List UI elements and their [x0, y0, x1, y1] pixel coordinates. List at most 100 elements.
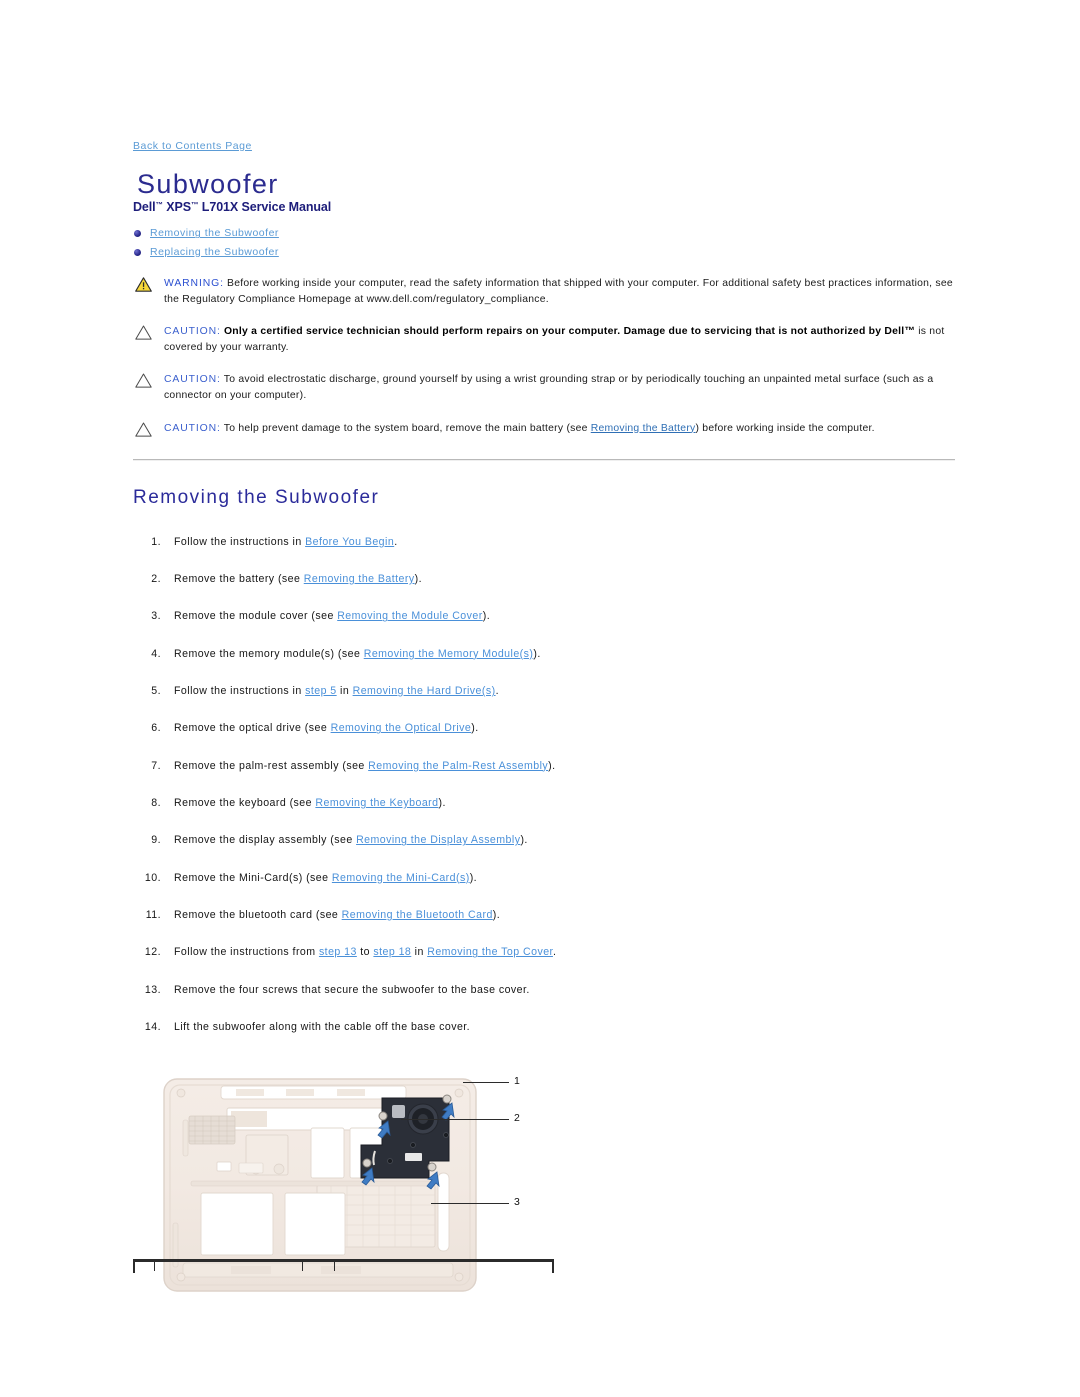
- caution-triangle-outline-icon: [135, 325, 152, 340]
- step-14: Lift the subwoofer along with the cable …: [133, 1020, 955, 1035]
- step-text-after: ).: [482, 610, 491, 623]
- link-removing-the-battery[interactable]: Removing the Battery: [591, 423, 696, 434]
- step-text-after: ).: [533, 647, 541, 660]
- link-removing-the-display-assembly[interactable]: Removing the Display Assembly: [356, 834, 520, 846]
- step-12: Follow the instructions from step 13 to …: [133, 945, 955, 960]
- subtitle-xps: XPS: [162, 200, 192, 215]
- link-removing-the-mini-cards[interactable]: Removing the Mini-Card(s): [332, 872, 470, 884]
- document-page: Back to Contents Page Subwoofer Dell™ XP…: [0, 0, 1080, 1397]
- link-step-18[interactable]: step 18: [373, 946, 411, 958]
- step-text-after: ).: [492, 908, 501, 921]
- step-text-before: Remove the keyboard (see: [174, 796, 316, 809]
- step-text-before: Follow the instructions in: [174, 684, 306, 697]
- topic-list: Removing the Subwoofer Replacing the Sub…: [133, 226, 955, 259]
- caution-triangle-outline-icon: [135, 373, 152, 388]
- caution-notice-certified-technician: CAUTION: Only a certified service techni…: [133, 324, 955, 356]
- step-8: Remove the keyboard (see Removing the Ke…: [133, 796, 955, 811]
- step-text-before: Lift the subwoofer along with the cable …: [174, 1020, 471, 1033]
- link-removing-the-optical-drive[interactable]: Removing the Optical Drive: [331, 722, 472, 734]
- caution-triangle-outline-icon: [135, 422, 152, 437]
- caution-text: To avoid electrostatic discharge, ground…: [164, 374, 934, 402]
- step-text-mid: in: [336, 684, 353, 697]
- link-step-13[interactable]: step 13: [319, 946, 357, 958]
- step-10: Remove the Mini-Card(s) (see Removing th…: [133, 871, 955, 886]
- warning-triangle-filled-icon: [135, 277, 152, 292]
- step-text-after: ).: [414, 572, 422, 585]
- list-item: Removing the Subwoofer: [133, 226, 955, 241]
- topic-link-replacing-subwoofer[interactable]: Replacing the Subwoofer: [150, 246, 279, 258]
- step-text-mid: to: [356, 946, 374, 959]
- step-text-before: Remove the display assembly (see: [174, 834, 357, 847]
- link-removing-the-bluetooth-card[interactable]: Removing the Bluetooth Card: [342, 909, 493, 921]
- step-11: Remove the bluetooth card (see Removing …: [133, 908, 955, 923]
- callout-number-1: 1: [514, 1074, 521, 1087]
- back-to-contents-link[interactable]: Back to Contents Page: [133, 140, 252, 152]
- step-text-after: ).: [471, 722, 479, 735]
- caution-label: CAUTION:: [164, 374, 221, 386]
- table-column-divider-2: [302, 1262, 303, 1271]
- topic-link-removing-subwoofer[interactable]: Removing the Subwoofer: [150, 227, 279, 239]
- caution-text-before: To help prevent damage to the system boa…: [220, 422, 591, 434]
- section-heading-removing-subwoofer: Removing the Subwoofer: [133, 486, 380, 508]
- step-text-mid-2: in: [411, 946, 428, 959]
- caution-label: CAUTION:: [164, 326, 221, 338]
- document-content: Back to Contents Page Subwoofer Dell™ XP…: [133, 136, 955, 1315]
- step-text-before: Remove the optical drive (see: [174, 722, 331, 735]
- table-column-divider-3: [334, 1262, 335, 1271]
- caution-notice-electrostatic: CAUTION: To avoid electrostatic discharg…: [133, 372, 955, 404]
- step-text-before: Remove the module cover (see: [174, 610, 338, 623]
- step-2: Remove the battery (see Removing the Bat…: [133, 572, 955, 587]
- link-step-5[interactable]: step 5: [305, 685, 337, 697]
- caution-bold-text: Only a certified service technician shou…: [220, 326, 916, 338]
- link-removing-the-top-cover[interactable]: Removing the Top Cover: [427, 946, 553, 958]
- table-border-left: [133, 1262, 135, 1273]
- callout-leader-line-3: [431, 1202, 509, 1204]
- step-text-before: Follow the instructions from: [174, 946, 319, 959]
- step-text-after: .: [495, 684, 499, 697]
- step-6: Remove the optical drive (see Removing t…: [133, 721, 955, 736]
- link-removing-the-module-cover[interactable]: Removing the Module Cover: [337, 610, 483, 622]
- callout-leader-line-1: [463, 1081, 509, 1083]
- bullet-dot-icon: [134, 248, 141, 256]
- step-text-before: Remove the four screws that secure the s…: [174, 983, 530, 996]
- step-text-before: Follow the instructions in: [174, 535, 306, 548]
- link-before-you-begin[interactable]: Before You Begin: [305, 536, 394, 548]
- link-removing-the-memory-modules[interactable]: Removing the Memory Module(s): [364, 648, 534, 660]
- table-column-divider-1: [154, 1262, 155, 1271]
- figure-legend-table: [133, 1259, 554, 1379]
- callout-number-2: 2: [514, 1111, 521, 1124]
- step-text-before: Remove the palm-rest assembly (see: [174, 759, 369, 772]
- link-removing-the-hard-drives[interactable]: Removing the Hard Drive(s): [353, 685, 496, 697]
- trademark-symbol-1: ™: [155, 200, 164, 210]
- link-removing-the-keyboard[interactable]: Removing the Keyboard: [315, 797, 438, 809]
- callout-leader-line-2: [401, 1118, 509, 1120]
- caution-notice-system-board: CAUTION: To help prevent damage to the s…: [133, 421, 955, 437]
- section-divider: [133, 458, 955, 461]
- caution-text-after: ) before working inside the computer.: [695, 422, 875, 434]
- warning-notice: WARNING: Before working inside your comp…: [133, 276, 955, 308]
- link-removing-the-palm-rest-assembly[interactable]: Removing the Palm-Rest Assembly: [368, 760, 548, 772]
- step-text-after: ).: [469, 871, 478, 884]
- step-text-before: Remove the bluetooth card (see: [174, 908, 342, 921]
- step-9: Remove the display assembly (see Removin…: [133, 833, 955, 848]
- procedure-steps: Follow the instructions in Before You Be…: [133, 535, 955, 1035]
- step-4: Remove the memory module(s) (see Removin…: [133, 647, 955, 662]
- page-subtitle: Dell™ XPS™ L701X Service Manual: [133, 200, 955, 214]
- callout-number-3: 3: [514, 1195, 521, 1208]
- step-text-after: ).: [548, 759, 556, 772]
- caution-label: CAUTION:: [164, 422, 221, 434]
- step-7: Remove the palm-rest assembly (see Remov…: [133, 759, 955, 774]
- step-text-after: ).: [520, 834, 528, 847]
- step-text-before: Remove the Mini-Card(s) (see: [174, 871, 332, 884]
- step-text-before: Remove the battery (see: [174, 572, 304, 585]
- subtitle-model: L701X Service Manual: [198, 200, 332, 215]
- step-text-after: .: [552, 946, 557, 959]
- step-3: Remove the module cover (see Removing th…: [133, 609, 955, 624]
- warning-text: Before working inside your computer, rea…: [164, 277, 953, 305]
- link-removing-the-battery[interactable]: Removing the Battery: [304, 573, 415, 585]
- page-title: Subwoofer: [137, 169, 279, 199]
- step-text-after: .: [394, 535, 398, 548]
- table-border-right: [552, 1262, 554, 1273]
- step-5: Follow the instructions in step 5 in Rem…: [133, 684, 955, 699]
- step-1: Follow the instructions in Before You Be…: [133, 535, 955, 550]
